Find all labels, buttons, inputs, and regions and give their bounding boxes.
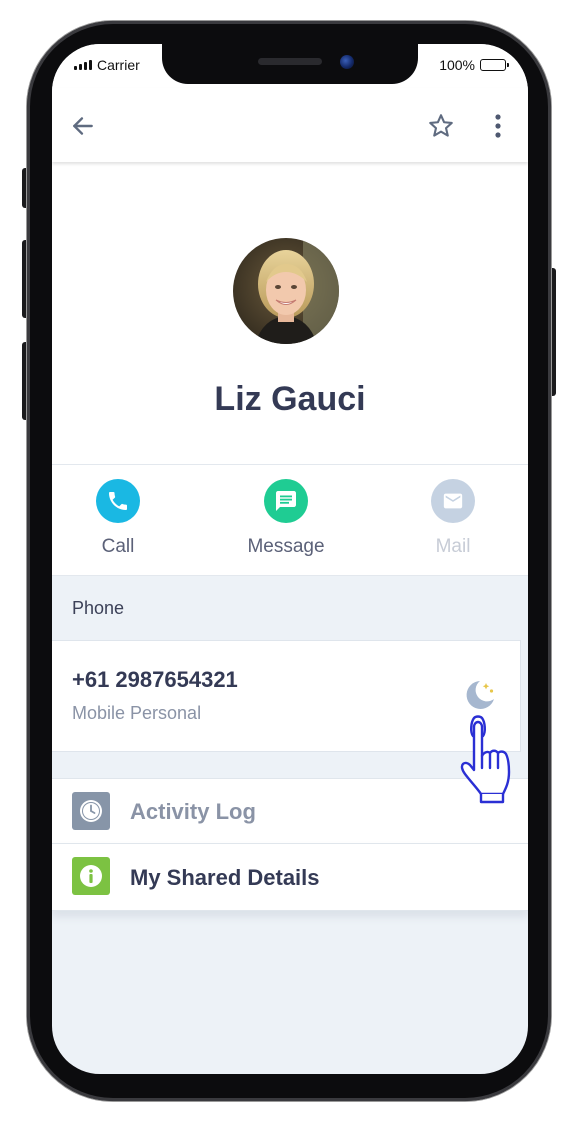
contact-actions: Call Message Mail — [52, 465, 528, 576]
app-bar — [52, 88, 528, 162]
info-icon — [72, 857, 110, 895]
message-label: Message — [247, 536, 325, 557]
tap-hand-pointer-icon — [460, 715, 511, 804]
star-outline-icon — [429, 114, 453, 137]
mail-button[interactable]: Mail — [398, 479, 508, 558]
phone-screen: Carrier 100% Liz Gauci Call Message Mail… — [52, 44, 528, 1074]
back-button[interactable] — [68, 111, 98, 141]
battery-label: 100% — [439, 57, 475, 73]
notch — [162, 44, 418, 84]
clock-icon — [72, 792, 110, 830]
my-shared-details-label: My Shared Details — [130, 865, 320, 890]
avatar — [233, 238, 339, 344]
call-label: Call — [101, 536, 135, 557]
phone-type: Mobile Personal — [72, 703, 202, 723]
message-icon — [264, 479, 308, 523]
activity-log-label: Activity Log — [130, 799, 256, 824]
phone-number: +61 2987654321 — [72, 667, 238, 692]
favorite-button[interactable] — [426, 111, 456, 141]
call-button[interactable]: Call — [63, 479, 173, 558]
phone-section-title: Phone — [72, 598, 125, 618]
contact-name: Liz Gauci — [214, 380, 366, 418]
phone-icon — [96, 479, 140, 523]
more-options-button[interactable] — [483, 111, 513, 141]
mail-label: Mail — [435, 536, 471, 557]
earpiece-speaker — [258, 58, 322, 65]
signal-icon — [74, 60, 92, 70]
carrier-indicator: Carrier — [74, 57, 140, 73]
moon-icon[interactable] — [458, 675, 498, 715]
battery-indicator: 100% — [439, 57, 509, 73]
my-shared-details-item[interactable]: My Shared Details — [52, 843, 528, 911]
carrier-label: Carrier — [97, 57, 140, 73]
phone-section-header: Phone — [52, 576, 528, 640]
battery-icon — [480, 59, 509, 71]
mail-icon — [431, 479, 475, 523]
phone-number-item[interactable]: +61 2987654321 Mobile Personal — [52, 640, 521, 752]
contact-profile: Liz Gauci — [52, 162, 528, 465]
arrow-left-icon — [73, 117, 93, 135]
more-vertical-icon — [495, 114, 501, 138]
front-camera — [340, 55, 354, 69]
device-stage: Carrier 100% Liz Gauci Call Message Mail… — [0, 0, 564, 1124]
message-button[interactable]: Message — [231, 479, 341, 558]
